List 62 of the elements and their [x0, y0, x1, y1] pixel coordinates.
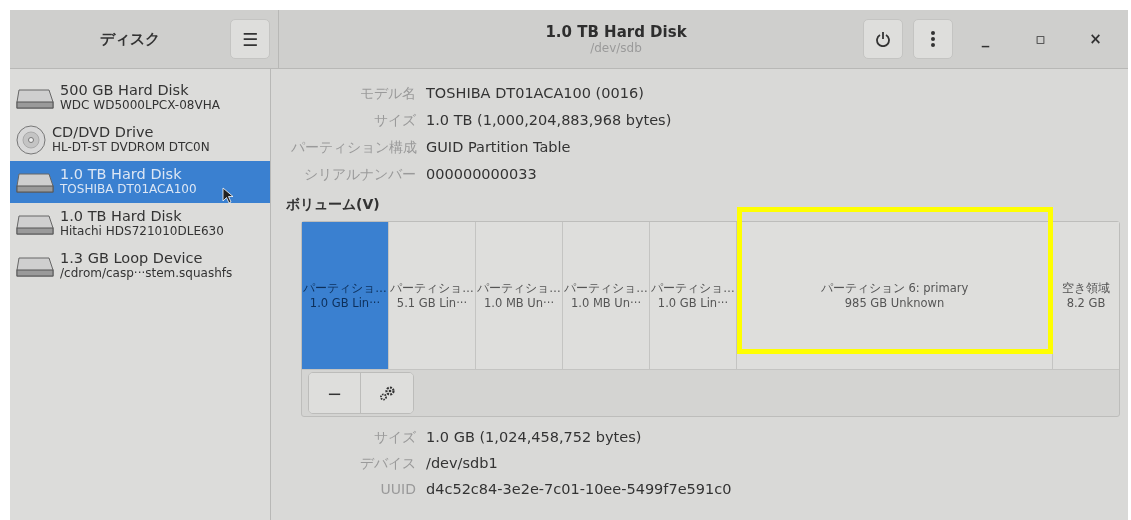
- drive-name: 1.3 GB Loop Device: [60, 251, 204, 267]
- maximize-button[interactable]: ▫: [1018, 24, 1063, 54]
- partition-segment[interactable]: パーティショ… 1.0 GB Lin···: [650, 222, 737, 369]
- drive-model: Hitachi HDS721010DLE630: [60, 225, 224, 239]
- power-icon: [875, 31, 891, 47]
- free-space-segment[interactable]: 空き領域 8.2 GB: [1053, 222, 1119, 369]
- window-title: 1.0 TB Hard Disk: [545, 23, 687, 41]
- drive-item[interactable]: 1.3 GB Loop Device /cdrom/casp···stem.squashfs: [10, 245, 270, 287]
- partition-info: 1.0 MB Un···: [570, 295, 642, 311]
- field-value: 1.0 TB (1,000,204,883,968 bytes): [426, 111, 672, 130]
- field-value: 000000000033: [426, 165, 538, 184]
- close-button[interactable]: ×: [1073, 24, 1118, 54]
- more-button[interactable]: [913, 19, 953, 59]
- partition-name: 空き領域: [1061, 280, 1111, 296]
- power-button[interactable]: [863, 19, 903, 59]
- partition-info: 1.0 GB Lin···: [657, 295, 729, 311]
- remove-button[interactable]: −: [309, 373, 361, 413]
- partition-name: パーティショ…: [563, 280, 649, 296]
- drive-name: 500 GB Hard Disk: [60, 83, 190, 100]
- field-value: /dev/sdb1: [426, 454, 499, 473]
- partition-info: 1.0 MB Un···: [483, 295, 555, 311]
- field-label: シリアルナンバー: [303, 165, 416, 184]
- volumes-heading: ボリューム(V): [286, 196, 381, 214]
- disc-icon: [16, 125, 46, 155]
- partition-name: パーティショ…: [476, 280, 562, 296]
- drive-model: TOSHIBA DT01ACA100: [60, 183, 197, 197]
- drive-item[interactable]: 500 GB Hard Disk WDC WD5000LPCX-08VHA: [10, 77, 270, 119]
- partition-segment[interactable]: パーティション 6: primary 985 GB Unknown: [737, 222, 1053, 369]
- minimize-button[interactable]: _: [963, 24, 1008, 54]
- drive-model: WDC WD5000LPCX-08VHA: [60, 99, 220, 113]
- cursor-icon: [222, 187, 234, 204]
- partition-info: 8.2 GB: [1066, 295, 1106, 311]
- drive-item[interactable]: CD/DVD Drive HL-DT-ST DVDROM DTC0N: [10, 119, 270, 161]
- partition-info: 1.0 GB Lin···: [309, 295, 381, 311]
- field-label: モデル名: [359, 84, 416, 103]
- drive-name: 1.0 TB Hard Disk: [60, 209, 183, 225]
- drive-item[interactable]: 1.0 TB Hard Disk Hitachi HDS721010DLE630: [10, 203, 270, 245]
- partition-name: パーティショ…: [650, 280, 736, 296]
- field-label: サイズ: [373, 111, 416, 130]
- gears-icon: [379, 385, 395, 401]
- partition-name: パーティショ…: [302, 280, 388, 296]
- partition-segment[interactable]: パーティショ… 1.0 MB Un···: [563, 222, 650, 369]
- partition-name: パーティション 6: primary: [819, 280, 970, 296]
- field-value: 1.0 GB (1,024,458,752 bytes): [426, 428, 643, 447]
- field-value: d4c52c84-3e2e-7c01-10ee-5499f7e591c0: [426, 480, 732, 499]
- drive-name: CD/DVD Drive: [52, 125, 155, 142]
- field-value: GUID Partition Table: [426, 138, 572, 157]
- sidebar-title: ディスク: [99, 29, 161, 49]
- drive-name: 1.0 TB Hard Disk: [60, 167, 183, 184]
- partition-segment[interactable]: パーティショ… 1.0 MB Un···: [476, 222, 563, 369]
- field-value: TOSHIBA DT01ACA100 (0016): [426, 84, 645, 103]
- partition-segment[interactable]: パーティショ… 5.1 GB Lin···: [389, 222, 476, 369]
- partition-info: 5.1 GB Lin···: [396, 295, 468, 311]
- more-icon: [930, 30, 936, 48]
- drive-model: HL-DT-ST DVDROM DTC0N: [52, 141, 210, 155]
- partition-name: パーティショ…: [389, 280, 475, 296]
- field-label: UUID: [379, 480, 416, 499]
- partition-info: 985 GB Unknown: [844, 295, 945, 311]
- field-label: サイズ: [373, 428, 416, 447]
- drive-model: /cdrom/casp···stem.squashfs: [60, 267, 233, 281]
- menu-button[interactable]: ☰: [230, 19, 270, 59]
- field-label: デバイス: [359, 454, 416, 473]
